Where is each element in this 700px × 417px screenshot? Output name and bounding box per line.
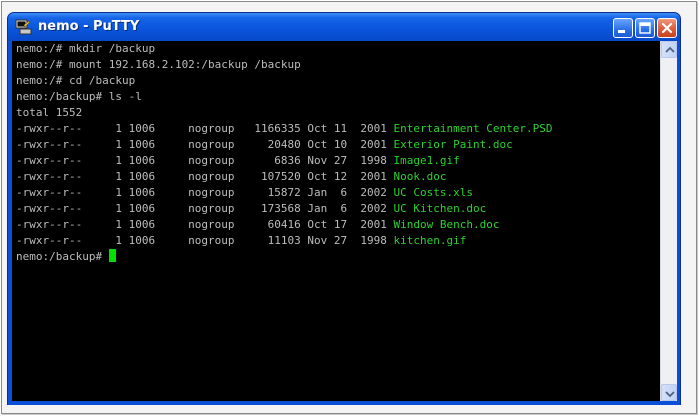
file-metadata: -rwxr--r-- 1 1006 nogroup 6836 Nov 27 19… (16, 154, 394, 167)
file-name: Image1.gif (393, 154, 460, 167)
command-line: nemo:/# mount 192.168.2.102:/backup /bac… (16, 58, 301, 71)
putty-window: nemo - PuTTY nemo:/# mkdir /backup nemo:… (7, 12, 681, 405)
total-line: total 1552 (16, 106, 83, 119)
vertical-scrollbar[interactable] (660, 41, 677, 401)
prompt-text: nemo:/backup# (16, 250, 109, 263)
window-bottom-border (8, 401, 680, 405)
minimize-button[interactable] (613, 18, 633, 38)
file-row: -rwxr--r-- 1 1006 nogroup 20480 Oct 10 2… (12, 137, 660, 153)
file-name: Nook.doc (393, 170, 447, 183)
file-row: -rwxr--r-- 1 1006 nogroup 11103 Nov 27 1… (12, 233, 660, 249)
file-metadata: -rwxr--r-- 1 1006 nogroup 60416 Oct 17 2… (16, 218, 394, 231)
maximize-button[interactable] (635, 18, 655, 38)
file-metadata: -rwxr--r-- 1 1006 nogroup 15872 Jan 6 20… (16, 186, 394, 199)
file-name: UC Kitchen.doc (393, 202, 487, 215)
file-name: kitchen.gif (393, 234, 467, 247)
command-line: nemo:/# mkdir /backup (16, 42, 156, 55)
file-name: Entertainment Center.PSD (393, 122, 553, 135)
file-metadata: -rwxr--r-- 1 1006 nogroup 20480 Oct 10 2… (16, 138, 394, 151)
prompt-line[interactable]: nemo:/backup# (12, 249, 660, 265)
file-metadata: -rwxr--r-- 1 1006 nogroup 1166335 Oct 11… (16, 122, 394, 135)
file-metadata: -rwxr--r-- 1 1006 nogroup 11103 Nov 27 1… (16, 234, 394, 247)
text-cursor (108, 249, 116, 262)
command-line: nemo:/# cd /backup (16, 74, 136, 87)
terminal-output[interactable]: nemo:/# mkdir /backup nemo:/# mount 192.… (12, 41, 660, 401)
minimize-icon (618, 30, 625, 33)
file-name: Exterior Paint.doc (393, 138, 513, 151)
scroll-down-button[interactable] (661, 384, 677, 401)
putty-terminal-icon[interactable] (15, 19, 32, 35)
window-title: nemo - PuTTY (38, 19, 140, 34)
close-button[interactable] (657, 18, 677, 38)
file-metadata: -rwxr--r-- 1 1006 nogroup 173568 Jan 6 2… (16, 202, 394, 215)
title-bar[interactable]: nemo - PuTTY (8, 13, 680, 41)
file-row: -rwxr--r-- 1 1006 nogroup 107520 Oct 12 … (12, 169, 660, 185)
file-row: -rwxr--r-- 1 1006 nogroup 173568 Jan 6 2… (12, 201, 660, 217)
chevron-up-icon (665, 46, 675, 53)
file-name: UC Costs.xls (393, 186, 473, 199)
file-row: -rwxr--r-- 1 1006 nogroup 60416 Oct 17 2… (12, 217, 660, 233)
chevron-down-icon (665, 391, 675, 398)
file-listing: -rwxr--r-- 1 1006 nogroup 1166335 Oct 11… (12, 121, 660, 249)
scroll-up-button[interactable] (661, 41, 677, 58)
close-icon (661, 22, 673, 34)
file-row: -rwxr--r-- 1 1006 nogroup 6836 Nov 27 19… (12, 153, 660, 169)
file-metadata: -rwxr--r-- 1 1006 nogroup 107520 Oct 12 … (16, 170, 394, 183)
maximize-icon (639, 22, 651, 34)
file-name: Window Bench.doc (393, 218, 500, 231)
command-line: nemo:/backup# ls -l (16, 90, 142, 103)
file-row: -rwxr--r-- 1 1006 nogroup 15872 Jan 6 20… (12, 185, 660, 201)
file-row: -rwxr--r-- 1 1006 nogroup 1166335 Oct 11… (12, 121, 660, 137)
